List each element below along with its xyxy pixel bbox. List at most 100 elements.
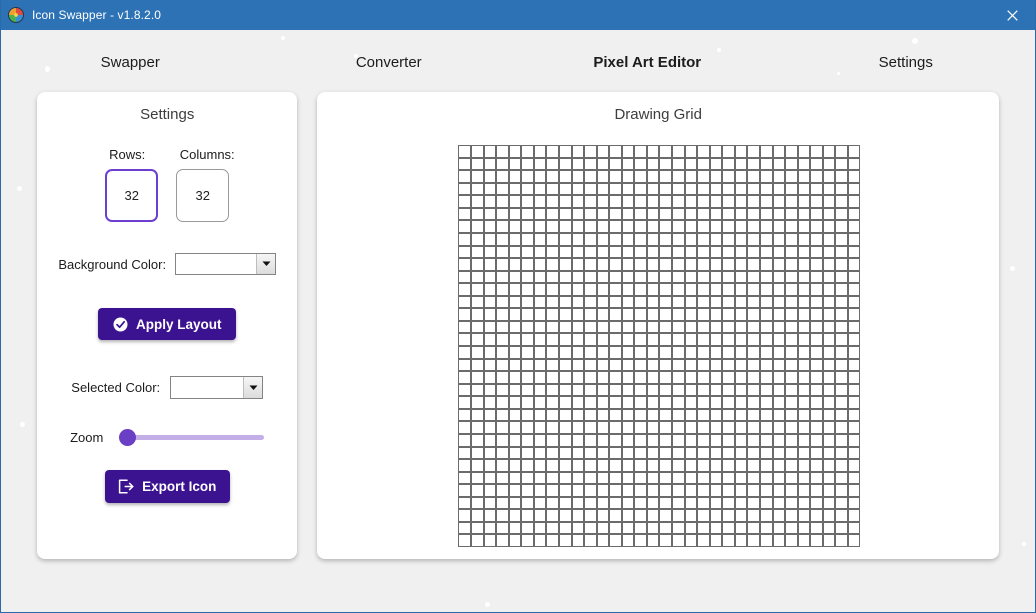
pixel-cell[interactable]	[672, 195, 685, 208]
pixel-cell[interactable]	[759, 207, 773, 221]
pixel-cell[interactable]	[684, 270, 698, 284]
pixel-cell[interactable]	[584, 320, 597, 334]
pixel-cell[interactable]	[558, 534, 572, 547]
pixel-cell[interactable]	[571, 446, 585, 460]
pixel-cell[interactable]	[609, 258, 622, 271]
pixel-cell[interactable]	[810, 459, 823, 472]
pixel-cell[interactable]	[634, 170, 647, 183]
pixel-cell[interactable]	[684, 509, 698, 522]
pixel-cell[interactable]	[621, 346, 635, 359]
pixel-cell[interactable]	[659, 358, 673, 372]
pixel-cell[interactable]	[672, 245, 685, 259]
pixel-cell[interactable]	[722, 333, 735, 346]
pixel-cell[interactable]	[835, 433, 848, 447]
pixel-cell[interactable]	[584, 484, 597, 497]
pixel-cell[interactable]	[521, 320, 534, 334]
pixel-cell[interactable]	[558, 320, 572, 334]
pixel-cell[interactable]	[483, 295, 497, 309]
pixel-cell[interactable]	[621, 195, 635, 208]
pixel-cell[interactable]	[734, 333, 748, 346]
pixel-cell[interactable]	[609, 471, 622, 485]
pixel-cell[interactable]	[496, 433, 509, 447]
pixel-cell[interactable]	[558, 521, 572, 535]
pixel-cell[interactable]	[835, 308, 848, 321]
pixel-cell[interactable]	[797, 182, 811, 196]
pixel-cell[interactable]	[659, 484, 673, 497]
pixel-cell[interactable]	[709, 308, 723, 321]
pixel-cell[interactable]	[458, 258, 472, 271]
pixel-cell[interactable]	[609, 446, 622, 460]
pixel-cell[interactable]	[847, 258, 861, 271]
pixel-cell[interactable]	[558, 195, 572, 208]
pixel-cell[interactable]	[483, 521, 497, 535]
pixel-cell[interactable]	[508, 534, 522, 547]
pixel-cell[interactable]	[772, 358, 786, 372]
pixel-cell[interactable]	[684, 320, 698, 334]
pixel-cell[interactable]	[772, 496, 786, 510]
pixel-cell[interactable]	[634, 446, 647, 460]
pixel-cell[interactable]	[596, 258, 610, 271]
pixel-cell[interactable]	[709, 195, 723, 208]
pixel-cell[interactable]	[496, 270, 509, 284]
pixel-cell[interactable]	[785, 245, 798, 259]
pixel-cell[interactable]	[609, 308, 622, 321]
pixel-cell[interactable]	[772, 195, 786, 208]
pixel-cell[interactable]	[621, 283, 635, 296]
pixel-cell[interactable]	[533, 383, 547, 397]
pixel-cell[interactable]	[508, 408, 522, 422]
pixel-cell[interactable]	[747, 534, 760, 547]
pixel-cell[interactable]	[822, 308, 836, 321]
pixel-cell[interactable]	[571, 383, 585, 397]
pixel-cell[interactable]	[558, 421, 572, 434]
pixel-cell[interactable]	[797, 433, 811, 447]
pixel-cell[interactable]	[646, 195, 660, 208]
pixel-cell[interactable]	[684, 232, 698, 246]
pixel-cell[interactable]	[458, 509, 472, 522]
pixel-cell[interactable]	[546, 521, 559, 535]
pixel-cell[interactable]	[659, 270, 673, 284]
pixel-cell[interactable]	[646, 145, 660, 158]
pixel-cell[interactable]	[810, 270, 823, 284]
pixel-cell[interactable]	[847, 521, 861, 535]
pixel-cell[interactable]	[810, 521, 823, 535]
pixel-cell[interactable]	[684, 408, 698, 422]
pixel-cell[interactable]	[496, 232, 509, 246]
pixel-cell[interactable]	[634, 220, 647, 233]
pixel-cell[interactable]	[772, 421, 786, 434]
pixel-cell[interactable]	[571, 283, 585, 296]
pixel-cell[interactable]	[558, 258, 572, 271]
pixel-cell[interactable]	[634, 245, 647, 259]
pixel-cell[interactable]	[621, 358, 635, 372]
pixel-cell[interactable]	[496, 471, 509, 485]
pixel-cell[interactable]	[847, 283, 861, 296]
pixel-cell[interactable]	[810, 258, 823, 271]
pixel-cell[interactable]	[747, 421, 760, 434]
pixel-cell[interactable]	[471, 521, 484, 535]
pixel-cell[interactable]	[634, 459, 647, 472]
pixel-cell[interactable]	[672, 383, 685, 397]
pixel-cell[interactable]	[634, 283, 647, 296]
pixel-cell[interactable]	[483, 283, 497, 296]
close-icon[interactable]	[989, 0, 1035, 30]
pixel-cell[interactable]	[458, 496, 472, 510]
pixel-cell[interactable]	[785, 521, 798, 535]
pixel-cell[interactable]	[533, 220, 547, 233]
pixel-cell[interactable]	[734, 145, 748, 158]
pixel-cell[interactable]	[634, 333, 647, 346]
pixel-cell[interactable]	[496, 207, 509, 221]
pixel-cell[interactable]	[546, 207, 559, 221]
pixel-cell[interactable]	[471, 170, 484, 183]
pixel-cell[interactable]	[835, 496, 848, 510]
pixel-cell[interactable]	[558, 346, 572, 359]
pixel-cell[interactable]	[822, 433, 836, 447]
pixel-cell[interactable]	[546, 446, 559, 460]
pixel-cell[interactable]	[684, 496, 698, 510]
pixel-cell[interactable]	[609, 534, 622, 547]
pixel-cell[interactable]	[722, 496, 735, 510]
pixel-cell[interactable]	[458, 383, 472, 397]
pixel-cell[interactable]	[822, 220, 836, 233]
pixel-cell[interactable]	[697, 346, 710, 359]
pixel-cell[interactable]	[734, 220, 748, 233]
pixel-cell[interactable]	[533, 346, 547, 359]
pixel-cell[interactable]	[822, 232, 836, 246]
